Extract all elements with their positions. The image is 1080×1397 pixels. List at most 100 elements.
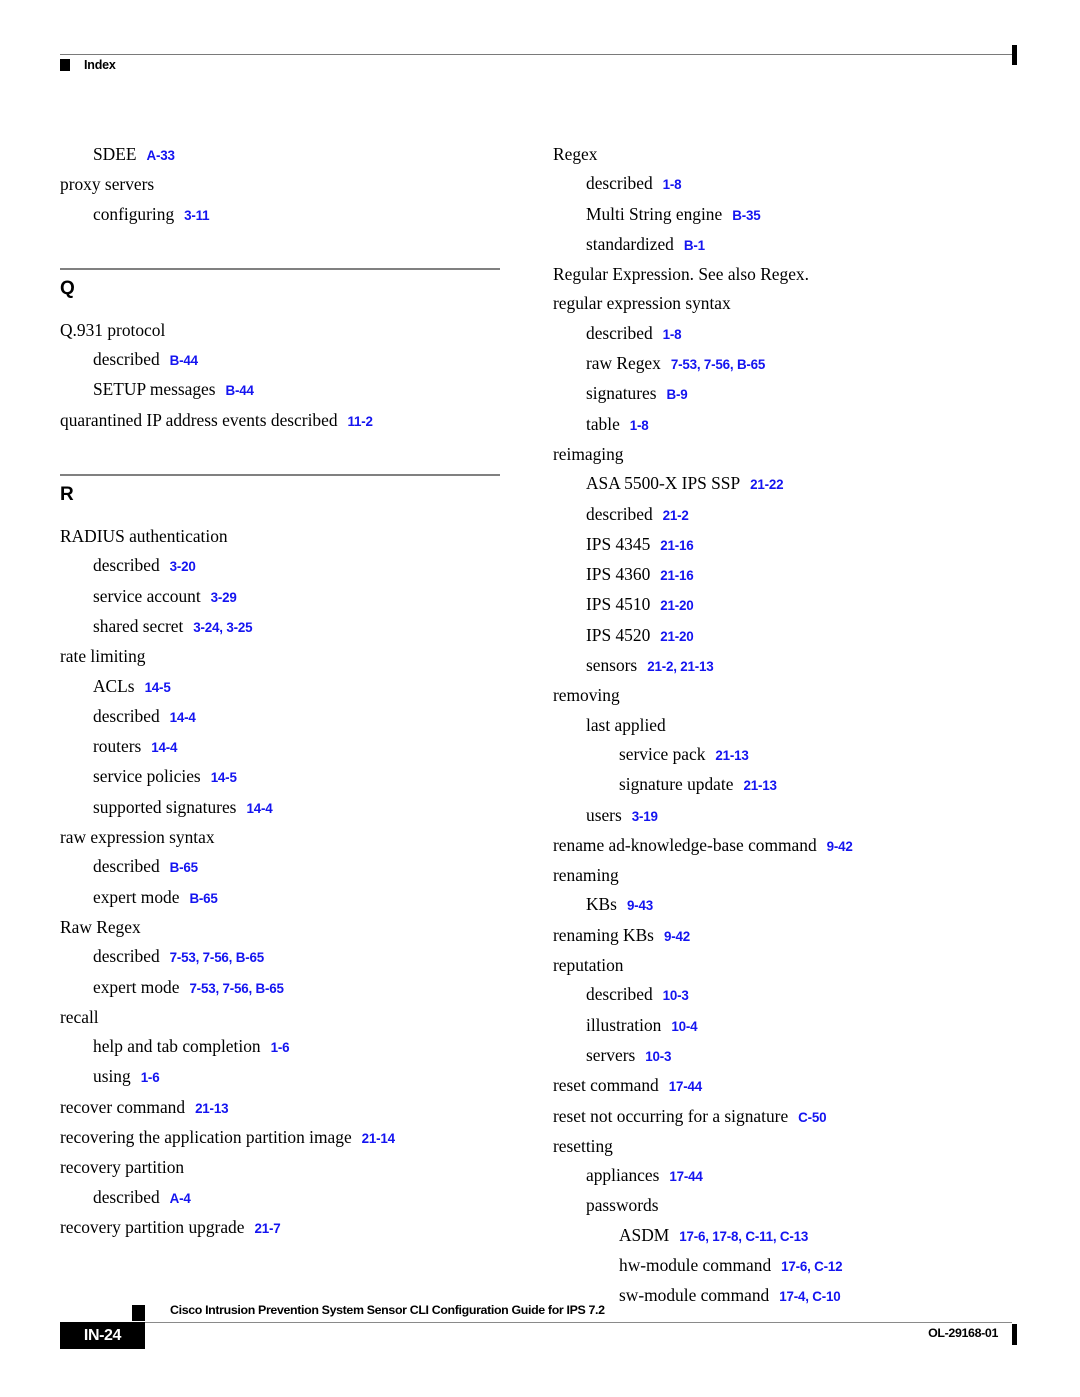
index-entry-refs[interactable]: B-44 xyxy=(226,383,254,398)
index-continued-group: SDEE A-33 proxy servers configuring 3-11 xyxy=(60,140,500,230)
index-entry: reset command 17-44 xyxy=(553,1071,993,1101)
index-entry-refs[interactable]: 21-13 xyxy=(743,778,776,793)
index-entry-refs[interactable]: 21-13 xyxy=(715,748,748,763)
index-entry-refs[interactable]: 1-6 xyxy=(271,1040,290,1055)
index-entry: standardized B-1 xyxy=(553,230,993,260)
index-entry-refs[interactable]: B-1 xyxy=(684,238,705,253)
index-entry-refs[interactable]: 10-3 xyxy=(645,1049,671,1064)
index-entry-refs[interactable]: A-4 xyxy=(170,1191,191,1206)
document-id: OL-29168-01 xyxy=(928,1326,998,1340)
index-entry-refs[interactable]: 21-16 xyxy=(660,538,693,553)
index-entry-refs[interactable]: 21-16 xyxy=(660,568,693,583)
index-entry-refs[interactable]: 14-5 xyxy=(145,680,171,695)
index-entry-refs[interactable]: 3-24, 3-25 xyxy=(193,620,252,635)
index-entry-term: Raw Regex xyxy=(60,916,141,937)
index-entry-refs[interactable]: 7-53, 7-56, B-65 xyxy=(170,950,265,965)
index-entry: rename ad-knowledge-base command 9-42 xyxy=(553,831,993,861)
index-entry-term: service pack xyxy=(619,743,706,764)
index-entry-refs[interactable]: 3-11 xyxy=(184,208,209,223)
index-entry-refs[interactable]: 3-20 xyxy=(170,559,196,574)
index-entry-refs[interactable]: 10-4 xyxy=(671,1019,697,1034)
index-entry-refs[interactable]: 14-4 xyxy=(246,801,272,816)
index-entry-term: hw-module command xyxy=(619,1254,772,1275)
index-entry-refs[interactable]: 17-44 xyxy=(669,1079,702,1094)
index-entry-refs[interactable]: 7-53, 7-56, B-65 xyxy=(189,981,284,996)
index-entry-refs[interactable]: 1-8 xyxy=(663,327,682,342)
index-entry-term: service policies xyxy=(93,766,201,787)
index-entry-refs[interactable]: 9-42 xyxy=(664,929,690,944)
index-entry-refs[interactable]: 17-6, 17-8, C-11, C-13 xyxy=(679,1229,808,1244)
index-entry-term: described xyxy=(93,349,160,370)
index-entry: table 1-8 xyxy=(553,410,993,440)
index-entry-refs[interactable]: B-35 xyxy=(732,208,760,223)
index-entry-term: KBs xyxy=(586,894,617,915)
index-entry-term: IPS 4360 xyxy=(586,564,651,585)
index-entry-refs[interactable]: 21-14 xyxy=(362,1131,395,1146)
index-entry-term: described xyxy=(93,705,160,726)
index-entry: shared secret 3-24, 3-25 xyxy=(60,612,500,642)
index-entry-refs[interactable]: 14-4 xyxy=(170,710,196,725)
index-entry-refs[interactable]: 21-22 xyxy=(750,477,783,492)
index-entry-refs[interactable]: B-9 xyxy=(667,387,688,402)
section-letter-heading: R xyxy=(60,484,74,506)
index-entry-refs[interactable]: 9-43 xyxy=(627,898,653,913)
footer-edge-tick-mark xyxy=(1012,1324,1017,1345)
index-entry: recovery partition xyxy=(60,1153,500,1182)
page-footer: Cisco Intrusion Prevention System Sensor… xyxy=(60,1303,1020,1363)
section-letter-heading: Q xyxy=(60,277,75,299)
index-entry-term: shared secret xyxy=(93,615,184,636)
index-entry-term: configuring xyxy=(93,203,175,224)
index-entry-refs[interactable]: 10-3 xyxy=(663,988,689,1003)
index-entry: IPS 4510 21-20 xyxy=(553,590,993,620)
index-entry-refs[interactable]: 9-42 xyxy=(827,839,853,854)
index-entry-term: raw expression syntax xyxy=(60,827,215,848)
index-entry-refs[interactable]: 1-8 xyxy=(630,418,649,433)
index-entry-term: described xyxy=(586,984,653,1005)
index-entry-refs[interactable]: 1-6 xyxy=(141,1070,160,1085)
index-entry-term: using xyxy=(93,1066,131,1087)
index-entry-term: reset command xyxy=(553,1075,659,1096)
index-entry: expert mode 7-53, 7-56, B-65 xyxy=(60,973,500,1003)
index-entry: illustration 10-4 xyxy=(553,1011,993,1041)
index-entry-term: last applied xyxy=(586,714,666,735)
index-entry-refs[interactable]: 7-53, 7-56, B-65 xyxy=(671,357,766,372)
index-entry-refs[interactable]: 3-19 xyxy=(632,809,658,824)
index-entry-refs[interactable]: 21-2 xyxy=(663,508,689,523)
header-divider-rule xyxy=(60,54,1012,55)
index-entry-refs[interactable]: 21-2, 21-13 xyxy=(647,659,713,674)
index-entry-term: renaming KBs xyxy=(553,924,654,945)
index-entry-refs[interactable]: A-33 xyxy=(146,148,174,163)
index-entry: servers 10-3 xyxy=(553,1041,993,1071)
index-entry-refs[interactable]: 1-8 xyxy=(663,177,682,192)
index-entry-refs[interactable]: 21-13 xyxy=(195,1101,228,1116)
index-entry-term: table xyxy=(586,413,620,434)
index-entry-refs[interactable]: 3-29 xyxy=(211,590,237,605)
index-entry: ASDM 17-6, 17-8, C-11, C-13 xyxy=(553,1221,993,1251)
index-entry-term: described xyxy=(586,322,653,343)
index-entry-refs[interactable]: 21-20 xyxy=(660,629,693,644)
index-entry-term: reimaging xyxy=(553,443,624,464)
index-entry: ACLs 14-5 xyxy=(60,672,500,702)
index-entry-term: routers xyxy=(93,736,142,757)
index-entry-refs[interactable]: B-65 xyxy=(189,891,217,906)
index-entry: renaming xyxy=(553,861,993,890)
index-entry-refs[interactable]: 17-6, C-12 xyxy=(781,1259,842,1274)
index-entry: proxy servers xyxy=(60,170,500,199)
index-entry-refs[interactable]: 21-7 xyxy=(254,1221,280,1236)
index-entry: configuring 3-11 xyxy=(60,200,500,230)
index-entry: described 7-53, 7-56, B-65 xyxy=(60,942,500,972)
index-entry-term: appliances xyxy=(586,1165,660,1186)
index-entry-refs[interactable]: B-65 xyxy=(170,860,198,875)
index-entry-refs[interactable]: 21-20 xyxy=(660,598,693,613)
index-entry-refs[interactable]: 14-4 xyxy=(151,740,177,755)
page-title: Index xyxy=(84,58,116,72)
index-entry-refs[interactable]: B-44 xyxy=(170,353,198,368)
index-entry-refs[interactable]: C-50 xyxy=(798,1110,826,1125)
index-entry-refs[interactable]: 14-5 xyxy=(211,770,237,785)
header-edge-tick-mark xyxy=(1012,45,1017,65)
index-entry-refs[interactable]: 17-44 xyxy=(669,1169,702,1184)
index-entry-refs[interactable]: 11-2 xyxy=(348,414,373,429)
index-entry-term: described xyxy=(586,503,653,524)
